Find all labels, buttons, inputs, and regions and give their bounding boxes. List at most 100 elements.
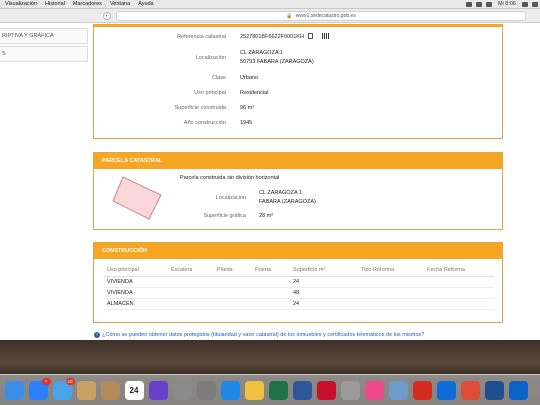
menu-ventana[interactable]: Ventana [106, 0, 134, 8]
copy-icon[interactable] [308, 33, 313, 39]
superficie-construida-value: 96 m² [240, 105, 255, 111]
blocked-app-icon[interactable] [340, 380, 360, 400]
table-cell [358, 276, 424, 288]
itunes-icon[interactable] [364, 380, 384, 400]
outlook-icon[interactable] [508, 380, 528, 400]
table-cell: 48 [290, 287, 358, 299]
reader-icon[interactable]: ◐ [103, 12, 111, 20]
menu-historial[interactable]: Historial [41, 0, 69, 8]
sidebar-item-label: RIPTIVA Y GRÁFICA [2, 33, 54, 39]
ref-catastral-label: Referencia catastral [177, 34, 226, 40]
table-row: VIVIENDA 24 [104, 276, 494, 288]
table-cell [252, 287, 290, 299]
menubar: Visualización Historial Marcadores Venta… [0, 0, 540, 9]
sidebar-item-secondary[interactable]: S [0, 46, 88, 62]
photos-icon[interactable] [244, 380, 264, 400]
quicktime-icon[interactable] [484, 380, 504, 400]
excel-icon[interactable] [268, 380, 288, 400]
address-bar[interactable]: 🔒 www1.sedecatastro.gob.es [116, 11, 526, 21]
superficie-construida-label: Superficie construida [174, 105, 226, 111]
superficie-grafica-value: 28 m² [259, 213, 274, 219]
menu-ayuda[interactable]: Ayuda [134, 0, 158, 8]
table-row: VIVIENDA 48 [104, 287, 494, 299]
construccion-title: CONSTRUCCIÓN [94, 243, 502, 259]
table-cell: VIVIENDA [104, 287, 168, 299]
no-entry-icon[interactable] [172, 380, 192, 400]
ano-construccion-value: 1945 [240, 120, 253, 126]
table-cell [424, 298, 494, 310]
help-icon: ? [94, 332, 100, 338]
localizacion-label: Localización [195, 55, 226, 61]
preview-icon[interactable] [388, 380, 408, 400]
mail-icon[interactable]: 10 [52, 377, 75, 400]
table-cell [358, 287, 424, 299]
parcela-panel: PARCELA CATASTRAL Parcela construida sin… [93, 152, 503, 230]
word-icon[interactable] [292, 380, 312, 400]
contacts-icon[interactable] [100, 380, 120, 400]
col-fecha-reforma: Fecha Reforma [424, 265, 494, 277]
table-cell [424, 276, 494, 288]
safari-icon[interactable] [220, 380, 240, 400]
uso-principal-value: Residencial [240, 90, 269, 96]
status-area: Mi 8:06 [464, 0, 540, 8]
wifi-icon[interactable] [465, 1, 472, 7]
table-cell [252, 298, 290, 310]
calendar-icon[interactable]: 24 [124, 380, 144, 400]
menubar-clock[interactable]: Mi 8:06 [494, 0, 520, 9]
battery-icon[interactable] [475, 1, 482, 7]
ref-catastral-value: 2527801BF6622F0001KH [240, 34, 304, 40]
menu-visualizacion[interactable]: Visualización [0, 0, 41, 8]
table-cell: 24 [290, 298, 358, 310]
notes-icon[interactable] [76, 380, 96, 400]
localizacion-line2: 50793 FABARA (ZARAGOZA) [240, 59, 314, 65]
ano-construccion-label: Año construcción [183, 120, 226, 126]
parcela-loc-line1: CL ZARAGOZA 1 [259, 190, 302, 196]
col-superficie: Superficie m² [290, 265, 358, 277]
col-tipo-reforma: Tipo Reforma [358, 265, 424, 277]
barcode-icon[interactable] [322, 33, 330, 39]
table-cell [214, 276, 252, 288]
table-cell [252, 276, 290, 288]
construccion-table: Uso principal Escalera Planta Puerta Sup… [104, 265, 494, 310]
col-puerta: Puerta [252, 265, 290, 277]
table-cell [214, 287, 252, 299]
app-store-icon[interactable]: 7 [28, 377, 51, 400]
col-planta: Planta [214, 265, 252, 277]
sidebar-item-descriptiva[interactable]: RIPTIVA Y GRÁFICA [0, 28, 88, 44]
table-cell [168, 287, 214, 299]
notification-badge: 7 [41, 377, 51, 385]
notification-badge: 10 [65, 377, 75, 385]
table-cell: VIVIENDA [104, 276, 168, 288]
help-link-text: ¿Cómo se pueden obtener datos protegidos… [102, 332, 425, 338]
chrome-icon[interactable] [460, 380, 480, 400]
parcela-title: PARCELA CATASTRAL [94, 153, 502, 169]
table-cell: ALMACEN [104, 298, 168, 310]
table-header-row: Uso principal Escalera Planta Puerta Sup… [104, 265, 494, 277]
acrobat-icon[interactable] [316, 380, 336, 400]
parcela-description: Parcela construida sin división horizont… [180, 175, 280, 181]
acrobat-reader-icon[interactable] [412, 380, 432, 400]
help-link[interactable]: ? ¿Cómo se pueden obtener datos protegido… [94, 332, 424, 338]
system-preferences-icon[interactable] [196, 380, 216, 400]
table-cell [168, 298, 214, 310]
table-cell [214, 298, 252, 310]
table-row: ALMACEN 24 [104, 298, 494, 310]
lock-icon: 🔒 [286, 13, 293, 19]
calendar-date-label: 24 [129, 385, 139, 395]
imovie-icon[interactable] [148, 380, 168, 400]
browser-toolbar: ◐ 🔒 www1.sedecatastro.gob.es [0, 9, 540, 23]
finder-icon[interactable] [4, 380, 24, 400]
notification-center-icon[interactable] [532, 1, 538, 7]
menu-marcadores[interactable]: Marcadores [69, 0, 106, 8]
dock: 7 10 24 [0, 374, 540, 405]
inmueble-panel: Referencia catastral 2527801BF6622F0001K… [93, 24, 503, 139]
col-escalera: Escalera [168, 265, 214, 277]
teamviewer-icon[interactable] [436, 380, 456, 400]
volume-icon[interactable] [485, 1, 492, 7]
parcela-loc-label: Localización [215, 195, 246, 201]
table-cell [424, 287, 494, 299]
spotlight-icon[interactable] [522, 1, 528, 7]
table-cell [168, 276, 214, 288]
superficie-grafica-label: Superficie gráfica [203, 213, 247, 219]
clase-label: Clase [211, 75, 226, 81]
